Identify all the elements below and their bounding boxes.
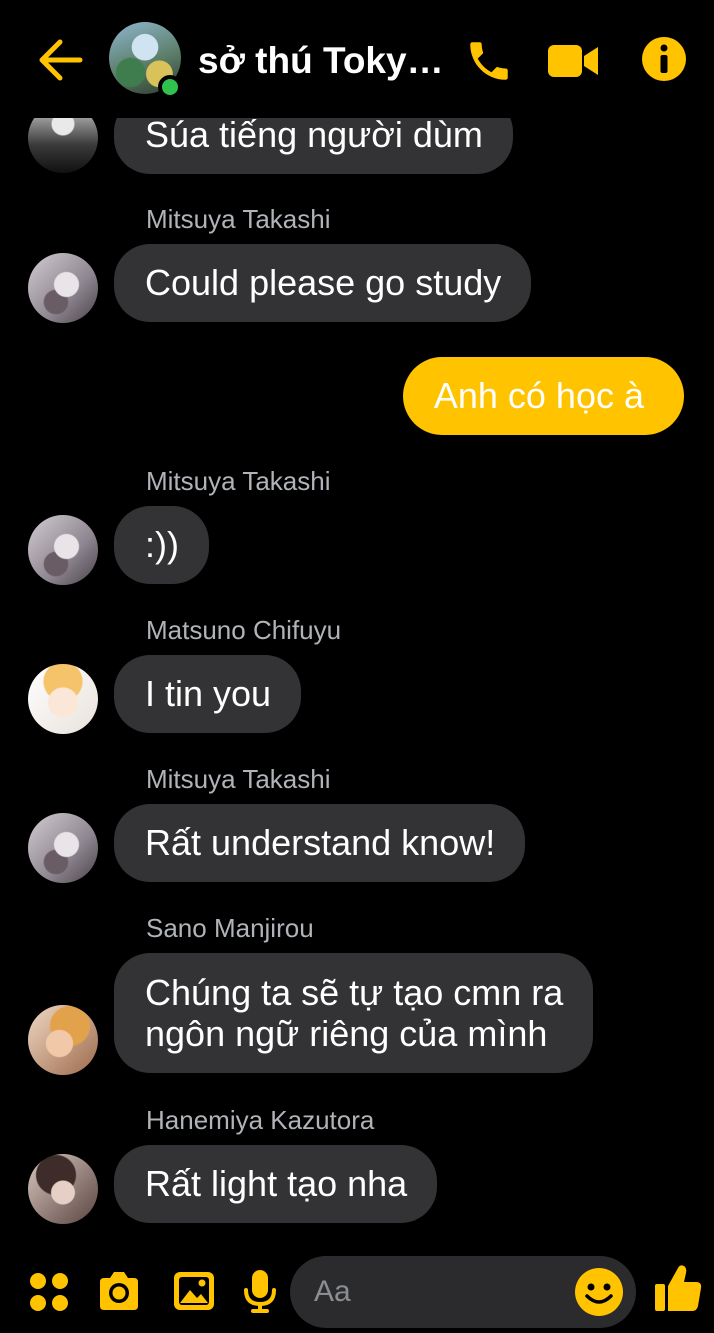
sender-name: Sano Manjirou — [146, 913, 314, 943]
message-bubble[interactable]: I tin you — [114, 655, 302, 733]
video-call-button[interactable] — [546, 36, 598, 86]
voice-call-button[interactable] — [464, 36, 514, 86]
camera-button[interactable] — [96, 1268, 142, 1314]
message-bubble[interactable]: Rất light tạo nha — [114, 1145, 438, 1223]
sender-name: Mitsuya Takashi — [146, 204, 331, 234]
phone-icon — [470, 42, 508, 80]
emoji-button[interactable] — [573, 1266, 625, 1318]
voice-message-button[interactable] — [240, 1268, 286, 1314]
message-bubble[interactable]: Could please go study — [114, 244, 532, 322]
message-bubble[interactable]: :)) — [114, 506, 209, 584]
chat-header: sở thú Tokyo... — [0, 0, 714, 118]
image-icon — [174, 1272, 214, 1310]
online-status-indicator — [158, 75, 182, 99]
arrow-left-icon — [39, 39, 83, 81]
avatar[interactable] — [28, 813, 98, 883]
message-input-container[interactable] — [290, 1256, 636, 1328]
camera-icon — [100, 1272, 138, 1310]
microphone-icon — [244, 1270, 276, 1313]
thumbs-up-icon — [655, 1265, 702, 1311]
message-bubble[interactable]: Chúng ta sẽ tự tạo cmn ra ngôn ngữ riêng… — [114, 953, 594, 1073]
video-camera-icon — [548, 45, 598, 77]
message-input[interactable] — [314, 1274, 564, 1310]
avatar[interactable] — [28, 515, 98, 585]
sender-name: Mitsuya Takashi — [146, 466, 331, 496]
chat-screen: Súa tiếng người dùm Mitsuya Takashi Coul… — [0, 0, 714, 1333]
emoji-icon — [575, 1268, 623, 1316]
more-actions-button[interactable] — [26, 1268, 72, 1314]
avatar[interactable] — [28, 1154, 98, 1224]
info-button[interactable] — [641, 36, 691, 86]
back-button[interactable] — [36, 38, 84, 82]
avatar[interactable] — [28, 1005, 98, 1075]
message-bubble[interactable]: Rất understand know! — [114, 804, 526, 882]
avatar[interactable] — [28, 253, 98, 323]
avatar[interactable] — [28, 664, 98, 734]
sender-name: Matsuno Chifuyu — [146, 615, 342, 645]
outgoing-message-bubble[interactable]: Anh có học à — [402, 357, 684, 435]
apps-icon — [30, 1273, 68, 1311]
like-button[interactable] — [652, 1262, 704, 1314]
info-icon — [642, 37, 686, 81]
gallery-button[interactable] — [171, 1268, 217, 1314]
message-line: ngôn ngữ riêng của mình — [145, 1013, 548, 1054]
message-line: Chúng ta sẽ tự tạo cmn ra — [145, 972, 564, 1013]
conversation-title[interactable]: sở thú Tokyo... — [198, 40, 452, 82]
sender-name: Hanemiya Kazutora — [146, 1105, 375, 1135]
sender-name: Mitsuya Takashi — [146, 764, 331, 794]
